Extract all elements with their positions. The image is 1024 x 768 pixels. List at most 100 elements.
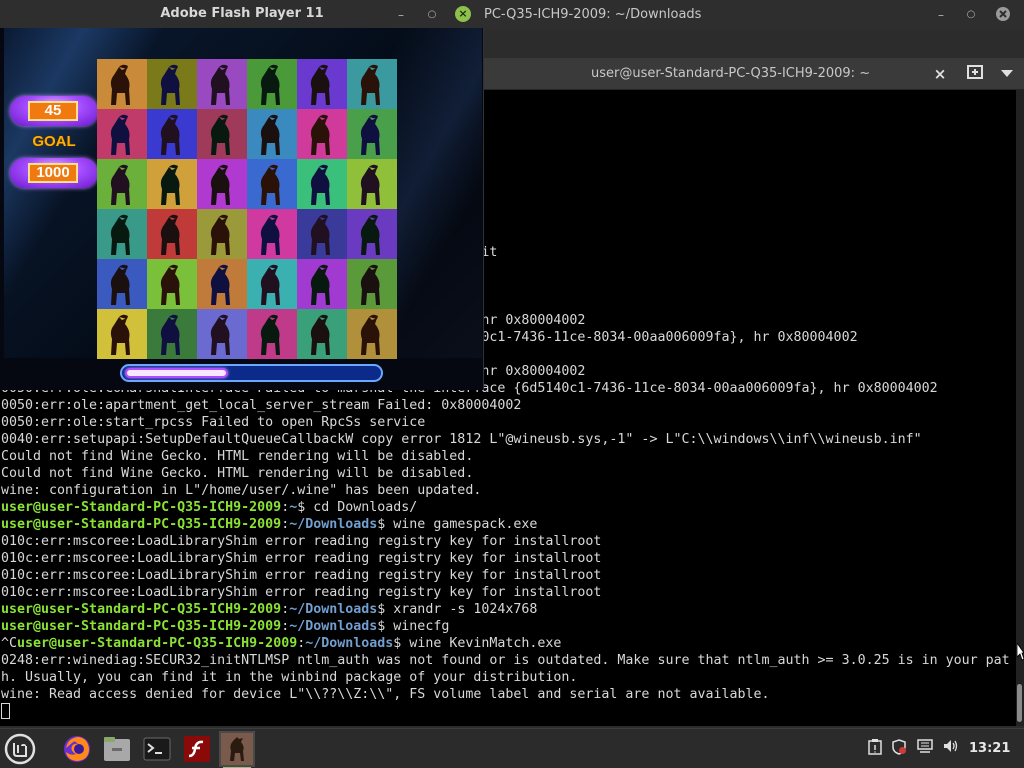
prompt-command: $ xrandr -s 1024x768 — [377, 602, 538, 617]
horse-tile[interactable] — [147, 59, 197, 109]
close-icon[interactable] — [994, 6, 1012, 24]
horse-tile[interactable] — [347, 159, 397, 209]
mouse-pointer-icon — [1017, 643, 1024, 661]
terminal-line: 010c:err:mscoree:LoadLibraryShim error r… — [1, 585, 602, 600]
terminal-line: 010c:err:mscoree:LoadLibraryShim error r… — [1, 568, 602, 583]
prompt-command: $ wine gamespack.exe — [377, 517, 538, 532]
horse-tile[interactable] — [297, 59, 347, 109]
prompt-path: ~/Downloads — [289, 517, 378, 532]
prompt-user: user@user-Standard-PC-Q35-ICH9-2009 — [1, 602, 282, 617]
prompt-command: $ cd Downloads/ — [297, 500, 418, 515]
horse-tile[interactable] — [347, 309, 397, 359]
goal-label: GOAL — [32, 133, 76, 150]
menu-icon[interactable] — [2, 731, 38, 767]
shield-icon[interactable] — [890, 739, 908, 757]
horse-tile[interactable] — [147, 159, 197, 209]
horse-tile[interactable] — [347, 109, 397, 159]
horse-tile[interactable] — [297, 159, 347, 209]
game-board — [97, 59, 399, 359]
horse-tile[interactable] — [97, 159, 147, 209]
horse-tile[interactable] — [247, 159, 297, 209]
clock[interactable]: 13:21 — [969, 741, 1010, 756]
taskbar: 13:21 — [0, 728, 1024, 768]
terminal-scrollbar[interactable] — [1016, 90, 1024, 726]
prompt-user: user@user-Standard-PC-Q35-ICH9-2009 — [1, 500, 282, 515]
horse-tile[interactable] — [97, 109, 147, 159]
horse-tile[interactable] — [97, 59, 147, 109]
horse-tile[interactable] — [297, 109, 347, 159]
prompt-prefix: ^C — [1, 636, 18, 651]
prompt-path: ~/Downloads — [289, 619, 378, 634]
terminal-line: user@user-Standard-PC-Q35-ICH9-2009:~/Do… — [1, 602, 538, 617]
close-icon[interactable]: × — [455, 6, 471, 22]
horse-tile[interactable] — [197, 159, 247, 209]
terminal-icon[interactable] — [139, 731, 175, 767]
chevron-down-icon[interactable] — [998, 65, 1016, 83]
horse-tile[interactable] — [147, 259, 197, 309]
flash-player-icon[interactable] — [179, 731, 215, 767]
firefox-icon[interactable] — [59, 731, 95, 767]
terminal-tab[interactable]: user@user-Standard-PC-Q35-ICH9-2009: ~ — [591, 66, 870, 81]
prompt-user: user@user-Standard-PC-Q35-ICH9-2009 — [1, 619, 282, 634]
prompt-command: $ winecfg — [377, 619, 450, 634]
horse-tile[interactable] — [297, 209, 347, 259]
horse-tile[interactable] — [197, 259, 247, 309]
new-tab-icon[interactable] — [966, 65, 984, 83]
prompt-path: ~/Downloads — [289, 602, 378, 617]
terminal-line: 0248:err:winediag:SECUR32_initNTLMSP ntl… — [1, 653, 1010, 668]
horse-tile[interactable] — [97, 309, 147, 359]
terminal-line: 010c:err:mscoree:LoadLibraryShim error r… — [1, 534, 602, 549]
prompt-user: user@user-Standard-PC-Q35-ICH9-2009 — [17, 636, 298, 651]
flash-window-title: Adobe Flash Player 11 — [160, 6, 324, 21]
network-icon[interactable] — [916, 739, 934, 757]
goal-panel: 1000 — [10, 158, 98, 188]
score-value: 45 — [28, 101, 78, 121]
tab-close-icon[interactable]: × — [931, 65, 949, 83]
scrollbar-thumb[interactable] — [1017, 684, 1022, 722]
flash-titlebar[interactable]: Adobe Flash Player 11 – ○ × — [0, 0, 484, 28]
notes-icon[interactable] — [866, 739, 884, 757]
terminal-line: h. Usually, you can find it in the winbi… — [1, 670, 578, 685]
horse-tile[interactable] — [197, 309, 247, 359]
horse-tile[interactable] — [197, 59, 247, 109]
terminal-line: wine: Read access denied for device L"\\… — [1, 687, 770, 702]
horse-tile[interactable] — [97, 259, 147, 309]
flash-player-window: Adobe Flash Player 11 – ○ × 45 GOAL 1000 — [0, 0, 484, 390]
horse-tile[interactable] — [247, 59, 297, 109]
progress-fill — [125, 368, 228, 378]
terminal-line: 0050:err:ole:apartment_get_local_server_… — [1, 398, 522, 413]
minimize-icon[interactable]: – — [932, 6, 950, 24]
volume-icon[interactable] — [942, 739, 960, 757]
horse-tile[interactable] — [147, 209, 197, 259]
horse-tile[interactable] — [247, 259, 297, 309]
terminal-line: 010c:err:mscoree:LoadLibraryShim error r… — [1, 551, 602, 566]
horse-tile[interactable] — [347, 209, 397, 259]
terminal-line: wine: configuration in L"/home/user/.win… — [1, 483, 482, 498]
progress-bar — [120, 364, 383, 382]
horse-tile[interactable] — [197, 209, 247, 259]
horse-tile[interactable] — [197, 109, 247, 159]
maximize-icon[interactable]: ○ — [423, 6, 441, 24]
horse-tile[interactable] — [297, 309, 347, 359]
minimize-icon[interactable]: – — [392, 6, 410, 24]
terminal-line: user@user-Standard-PC-Q35-ICH9-2009:~/Do… — [1, 619, 450, 634]
prompt-path: ~/Downloads — [305, 636, 394, 651]
goal-value: 1000 — [28, 163, 78, 183]
terminal-line: user@user-Standard-PC-Q35-ICH9-2009:~/Do… — [1, 517, 538, 532]
terminal-line: Could not find Wine Gecko. HTML renderin… — [1, 466, 474, 481]
maximize-icon[interactable]: ○ — [962, 6, 980, 24]
prompt-user: user@user-Standard-PC-Q35-ICH9-2009 — [1, 517, 282, 532]
horse-tile[interactable] — [97, 209, 147, 259]
horse-tile[interactable] — [147, 109, 197, 159]
horse-tile[interactable] — [297, 259, 347, 309]
score-panel: 45 — [10, 96, 98, 126]
files-icon[interactable] — [99, 731, 135, 767]
horse-tile[interactable] — [347, 59, 397, 109]
horse-tile[interactable] — [147, 309, 197, 359]
prompt-command: $ wine KevinMatch.exe — [393, 636, 562, 651]
horse-tile[interactable] — [247, 209, 297, 259]
horse-tile[interactable] — [347, 259, 397, 309]
horse-tile[interactable] — [247, 109, 297, 159]
horse-game-icon[interactable] — [219, 731, 255, 768]
horse-tile[interactable] — [247, 309, 297, 359]
